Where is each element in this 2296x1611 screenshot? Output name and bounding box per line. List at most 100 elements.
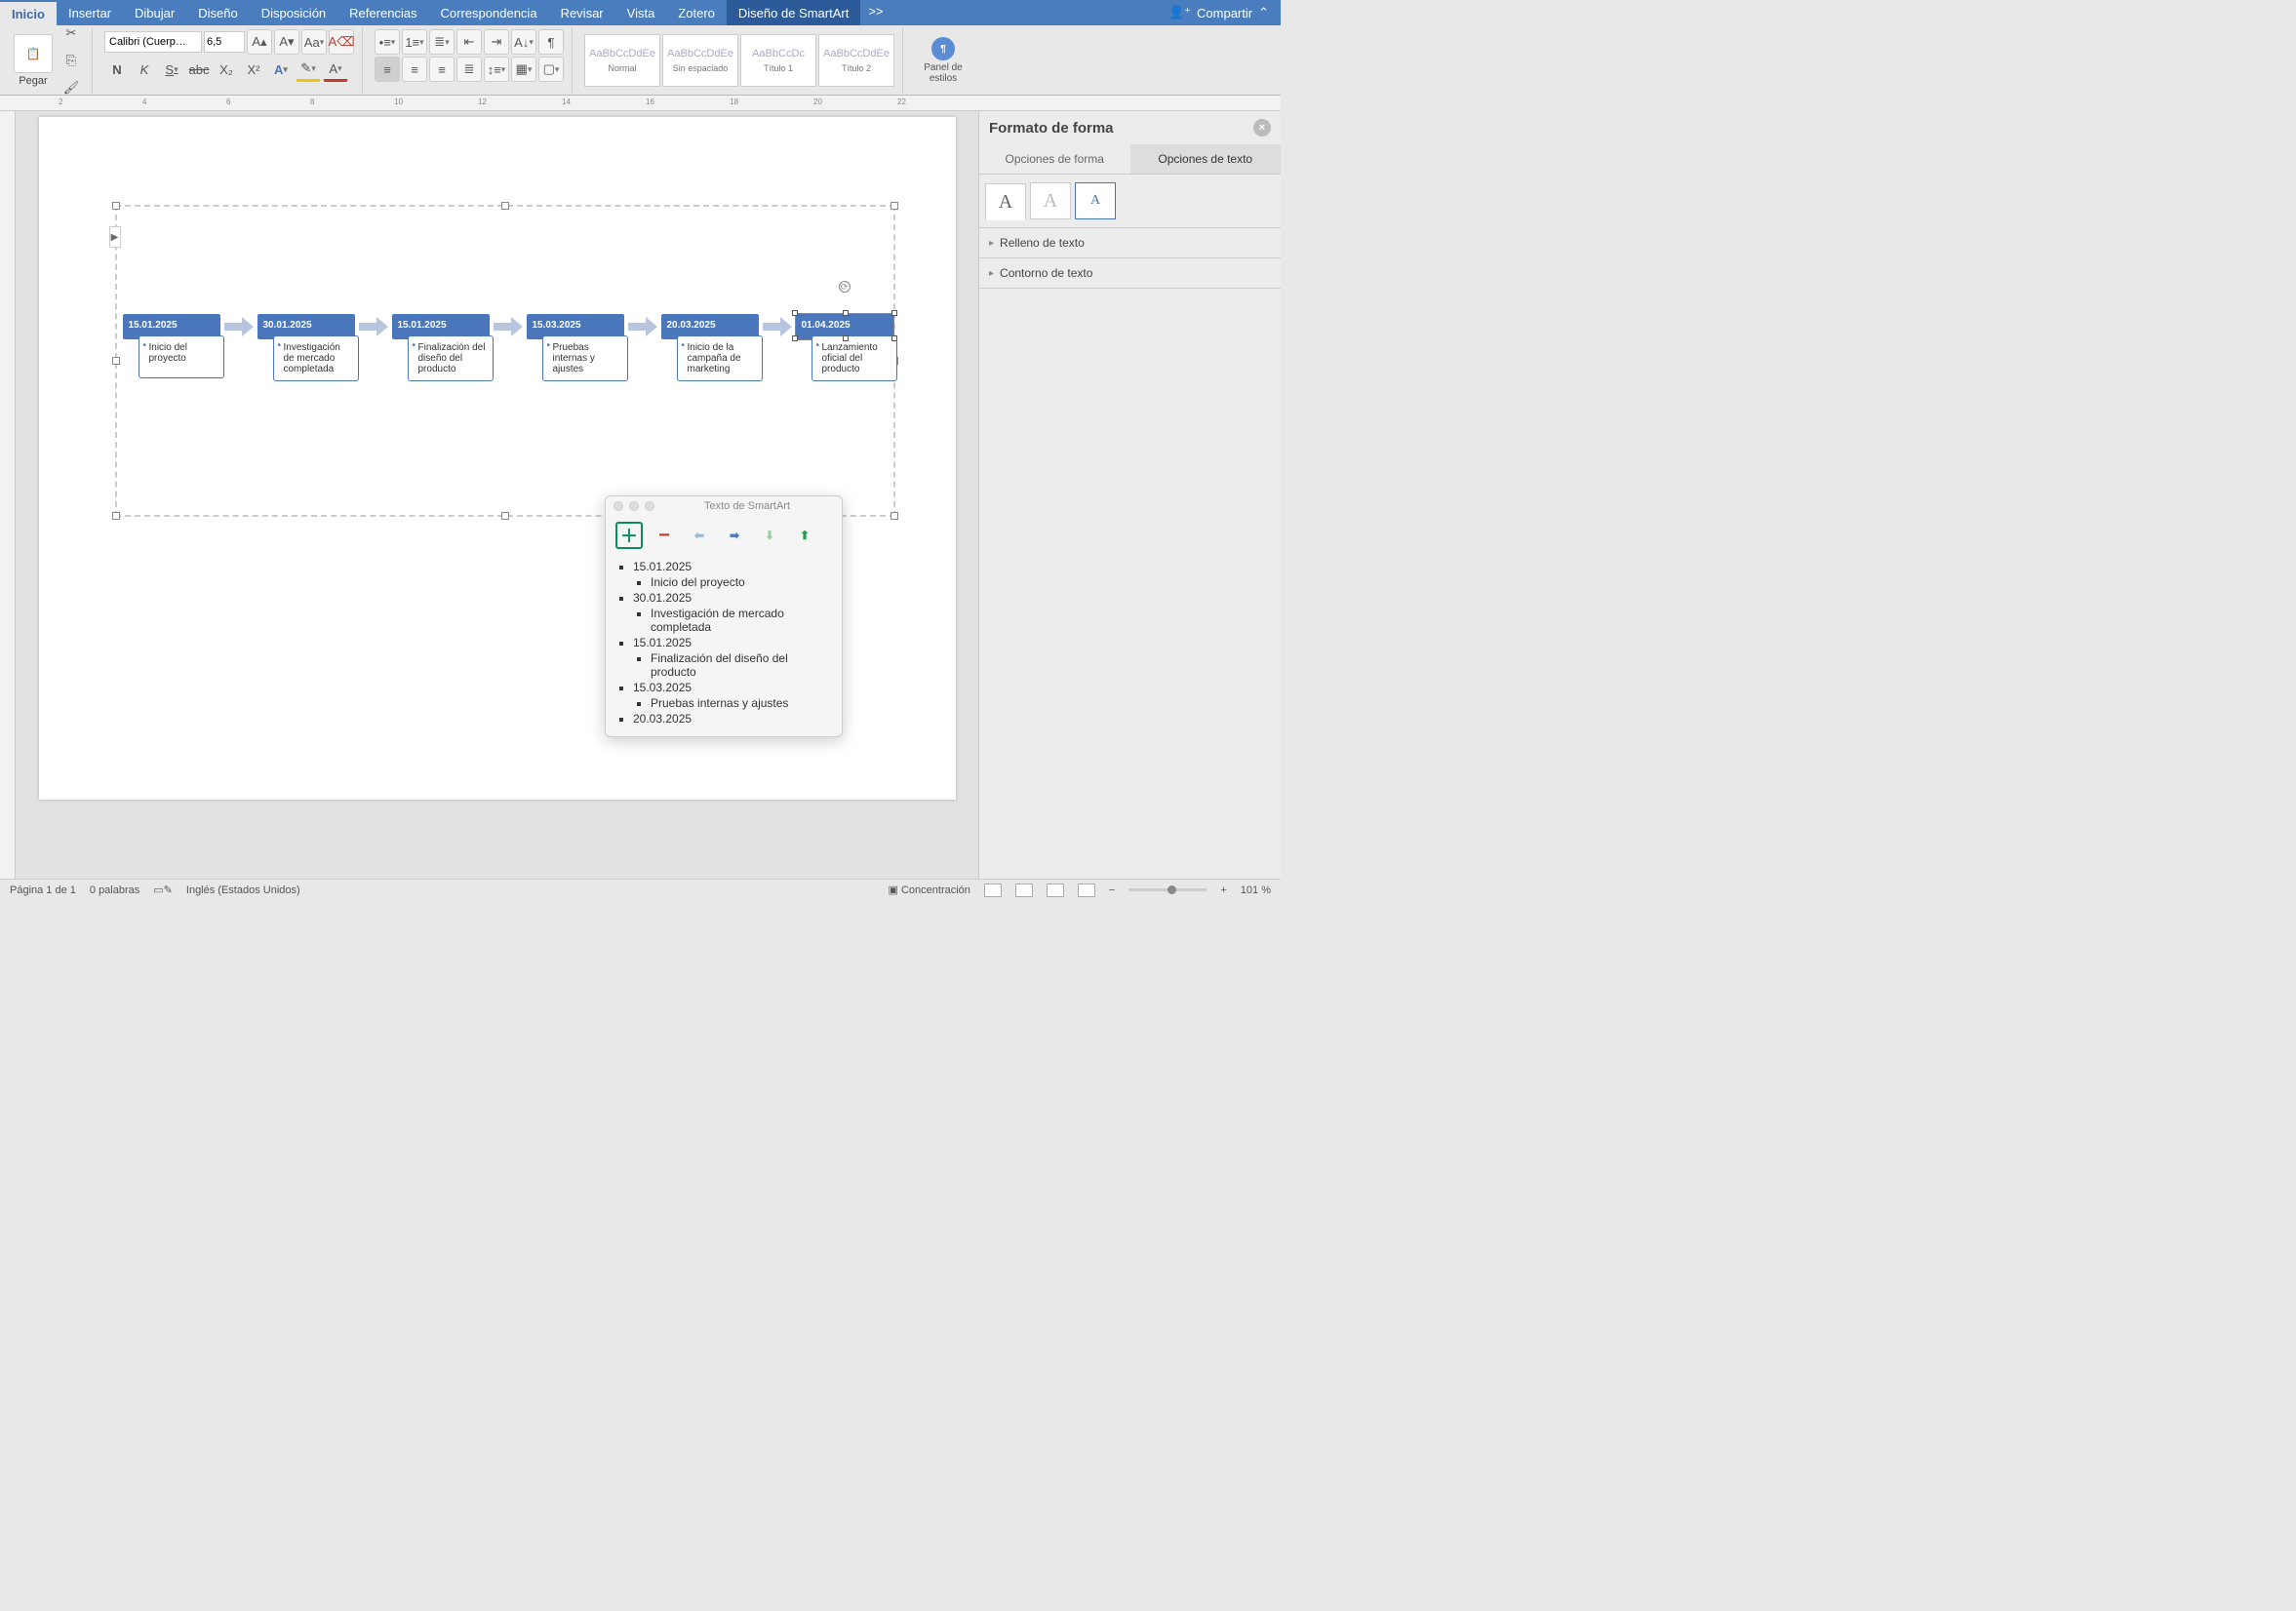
status-language[interactable]: Inglés (Estados Unidos) <box>186 884 300 896</box>
zoom-in-button[interactable]: + <box>1220 884 1226 896</box>
tab-zotero[interactable]: Zotero <box>666 0 727 25</box>
style-título-1[interactable]: AaBbCcDcTítulo 1 <box>740 34 816 87</box>
superscript-button[interactable]: X² <box>241 57 266 82</box>
tab-dibujar[interactable]: Dibujar <box>123 0 186 25</box>
change-case-button[interactable]: Aa <box>301 29 327 55</box>
tab-diseno[interactable]: Diseño <box>186 0 249 25</box>
smartart-item[interactable]: 30.01.2025Investigación de mercado compl… <box>257 314 355 381</box>
increase-indent-button[interactable]: ⇥ <box>484 29 509 55</box>
format-tab-text-options[interactable]: Opciones de texto <box>1130 144 1282 174</box>
status-page[interactable]: Página 1 de 1 <box>10 884 76 896</box>
resize-handle[interactable] <box>891 310 897 316</box>
resize-handle[interactable] <box>891 202 898 210</box>
subscript-button[interactable]: X₂ <box>214 57 239 82</box>
smartart-text-item[interactable]: 15.03.2025 <box>633 680 830 695</box>
decrease-font-button[interactable]: A▾ <box>274 29 299 55</box>
resize-handle[interactable] <box>891 512 898 520</box>
font-family-select[interactable] <box>104 31 202 53</box>
smartart-item[interactable]: 15.01.2025Finalización del diseño del pr… <box>392 314 490 381</box>
focus-mode-button[interactable]: ▣ Concentración <box>889 884 970 896</box>
style-normal[interactable]: AaBbCcDdEeNormal <box>584 34 660 87</box>
smartart-text-item[interactable]: 30.01.2025 <box>633 590 830 606</box>
resize-handle[interactable] <box>792 335 798 341</box>
style-sin-espaciado[interactable]: AaBbCcDdEeSin espaciado <box>662 34 738 87</box>
smartart-desc[interactable]: Pruebas internas y ajustes <box>542 335 628 381</box>
sort-button[interactable]: A↓ <box>511 29 536 55</box>
align-center-button[interactable]: ≡ <box>402 57 427 82</box>
bold-button[interactable]: N <box>104 57 130 82</box>
smartart-text-item[interactable]: Inicio del proyecto <box>651 574 830 590</box>
smartart-text-item[interactable]: Pruebas internas y ajustes <box>651 695 830 711</box>
smartart-text-panel[interactable]: Texto de SmartArt ＋ − ⬅ ➡ ⬇ ⬆ 15.01.2025… <box>605 495 843 737</box>
smartart-remove-button[interactable]: − <box>651 522 678 549</box>
web-layout-view-button[interactable] <box>1015 884 1033 897</box>
smartart-expand-button[interactable]: ▶ <box>109 226 121 248</box>
tab-referencias[interactable]: Referencias <box>337 0 428 25</box>
document-scroll[interactable]: ▶ 15.01.2025Inicio del proyecto30.01.202… <box>16 111 978 879</box>
resize-handle[interactable] <box>501 512 509 520</box>
text-effects-tab[interactable]: A <box>1030 182 1071 219</box>
tab-revisar[interactable]: Revisar <box>549 0 615 25</box>
zoom-out-button[interactable]: − <box>1109 884 1115 896</box>
style-título-2[interactable]: AaBbCcDdEeTítulo 2 <box>818 34 894 87</box>
spellcheck-icon[interactable]: ▭✎ <box>153 884 173 896</box>
smartart-frame[interactable]: ▶ 15.01.2025Inicio del proyecto30.01.202… <box>115 205 895 517</box>
smartart-item[interactable]: 01.04.2025Lanzamiento oficial del produc… <box>796 314 893 381</box>
smartart-move-up-button[interactable]: ⬆ <box>791 522 818 549</box>
copy-button[interactable]: ⎘ <box>59 48 84 73</box>
vertical-ruler[interactable] <box>0 111 16 879</box>
text-fill-outline-tab[interactable]: A <box>985 183 1026 220</box>
clear-formatting-button[interactable]: A⌫ <box>329 29 354 55</box>
styles-pane-button[interactable]: ¶ Panel de estilos <box>915 37 971 84</box>
window-zoom-icon[interactable] <box>645 501 654 511</box>
borders-button[interactable]: ▢ <box>538 57 564 82</box>
show-marks-button[interactable]: ¶ <box>538 29 564 55</box>
multilevel-button[interactable]: ≣ <box>429 29 455 55</box>
text-effects-button[interactable]: A <box>268 57 294 82</box>
increase-font-button[interactable]: A▴ <box>247 29 272 55</box>
resize-handle[interactable] <box>891 335 897 341</box>
paste-button[interactable]: 📋 <box>14 34 53 73</box>
resize-handle[interactable] <box>501 202 509 210</box>
smartart-text-item[interactable]: Finalización del diseño del producto <box>651 650 830 680</box>
tab-vista[interactable]: Vista <box>615 0 667 25</box>
font-size-select[interactable] <box>204 31 245 53</box>
tabs-more[interactable]: >> <box>860 0 891 25</box>
draft-view-button[interactable] <box>1078 884 1095 897</box>
italic-button[interactable]: K <box>132 57 157 82</box>
highlight-button[interactable]: ✎ <box>296 57 321 82</box>
smartart-panel-titlebar[interactable]: Texto de SmartArt <box>606 496 842 516</box>
section-text-outline[interactable]: ▸ Contorno de texto <box>979 258 1281 289</box>
smartart-desc[interactable]: Lanzamiento oficial del producto <box>812 335 897 381</box>
smartart-item[interactable]: 15.01.2025Inicio del proyecto <box>123 314 220 378</box>
strikethrough-button[interactable]: abc <box>186 57 212 82</box>
align-left-button[interactable]: ≡ <box>375 57 400 82</box>
format-tab-shape-options[interactable]: Opciones de forma <box>979 144 1130 174</box>
print-layout-view-button[interactable] <box>984 884 1002 897</box>
tab-smartart-design[interactable]: Diseño de SmartArt <box>727 0 860 25</box>
smartart-text-item[interactable]: 20.03.2025 <box>633 711 830 727</box>
smartart-add-button[interactable]: ＋ <box>615 522 643 549</box>
section-text-fill[interactable]: ▸ Relleno de texto <box>979 228 1281 258</box>
shading-button[interactable]: ▦ <box>511 57 536 82</box>
textbox-tab[interactable]: A <box>1075 182 1116 219</box>
smartart-desc[interactable]: Inicio de la campaña de marketing <box>677 335 763 381</box>
smartart-text-item[interactable]: 15.01.2025 <box>633 559 830 574</box>
smartart-move-down-button[interactable]: ⬇ <box>756 522 783 549</box>
smartart-demote-button[interactable]: ➡ <box>721 522 748 549</box>
align-right-button[interactable]: ≡ <box>429 57 455 82</box>
justify-button[interactable]: ≣ <box>456 57 482 82</box>
tab-inicio[interactable]: Inicio <box>0 0 57 25</box>
smartart-item[interactable]: 15.03.2025Pruebas internas y ajustes <box>527 314 624 381</box>
line-spacing-button[interactable]: ↕≡ <box>484 57 509 82</box>
numbering-button[interactable]: 1≡ <box>402 29 427 55</box>
smartart-text-list[interactable]: 15.01.2025Inicio del proyecto30.01.2025I… <box>606 555 842 736</box>
window-min-icon[interactable] <box>629 501 639 511</box>
status-words[interactable]: 0 palabras <box>90 884 139 896</box>
zoom-level[interactable]: 101 % <box>1241 884 1271 896</box>
tab-disposicion[interactable]: Disposición <box>250 0 337 25</box>
smartart-item[interactable]: 20.03.2025Inicio de la campaña de market… <box>661 314 759 381</box>
smartart-desc[interactable]: Finalización del diseño del producto <box>408 335 494 381</box>
resize-handle[interactable] <box>112 357 120 365</box>
horizontal-ruler[interactable]: 246810121416182022 <box>0 96 1281 111</box>
